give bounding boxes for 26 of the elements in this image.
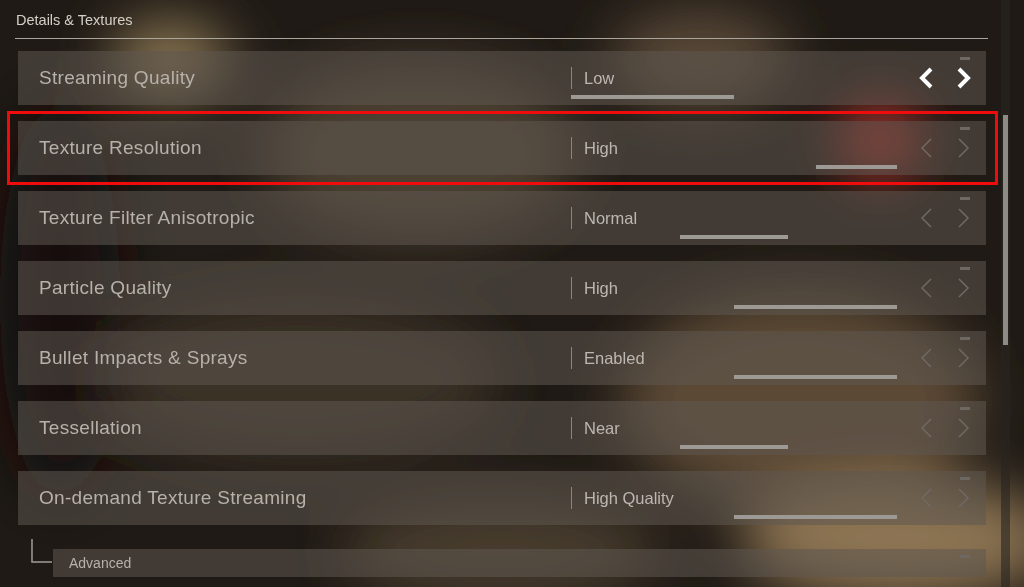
setting-value: Enabled — [584, 347, 645, 369]
corner-mark-icon — [960, 267, 970, 270]
corner-mark-icon — [960, 407, 970, 410]
tree-connector — [31, 539, 53, 563]
setting-label: Particle Quality — [38, 275, 173, 300]
section-title: Details & Textures — [15, 11, 133, 30]
scrollbar[interactable] — [1003, 115, 1008, 345]
setting-value: Low — [584, 67, 615, 89]
setting-value: High — [584, 137, 618, 159]
setting-label: Texture Resolution — [38, 135, 203, 160]
setting-value: Near — [584, 417, 620, 439]
setting-label: Tessellation — [38, 415, 143, 440]
setting-label: Advanced — [68, 553, 132, 573]
setting-label: Texture Filter Anisotropic — [38, 205, 256, 230]
setting-row[interactable]: Advanced — [53, 549, 986, 577]
corner-mark-icon — [960, 127, 970, 130]
corner-mark-icon — [960, 197, 970, 200]
corner-mark-icon — [960, 57, 970, 60]
corner-mark-icon — [960, 337, 970, 340]
setting-label: On-demand Texture Streaming — [38, 485, 308, 510]
setting-value: Normal — [584, 207, 638, 229]
setting-value: High Quality — [584, 487, 674, 509]
setting-label: Streaming Quality — [38, 65, 197, 90]
setting-value: High — [584, 277, 618, 299]
setting-row[interactable]: Streaming Quality Low — [18, 51, 986, 105]
setting-label: Bullet Impacts & Sprays — [38, 345, 249, 370]
